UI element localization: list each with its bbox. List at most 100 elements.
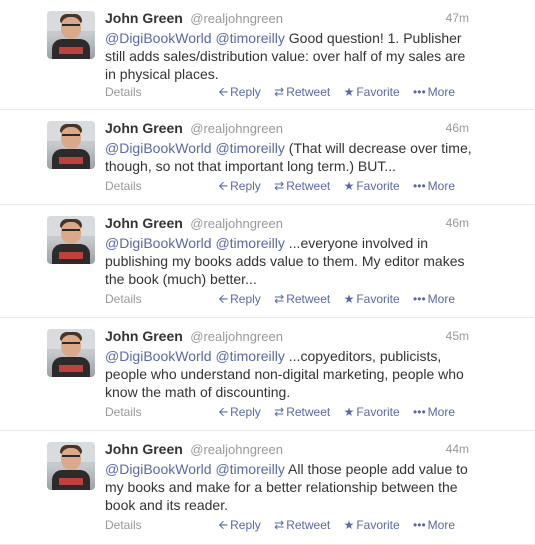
star-icon: ★ xyxy=(343,292,355,306)
mention-link[interactable]: @timoreilly xyxy=(215,461,284,477)
mention-link[interactable]: @DigiBookWorld xyxy=(105,30,212,46)
favorite-label: Favorite xyxy=(356,518,400,532)
details-link[interactable]: Details xyxy=(105,291,142,307)
mention-link[interactable]: @DigiBookWorld xyxy=(105,140,212,156)
more-button[interactable]: ••• More xyxy=(413,84,455,100)
reply-button[interactable]: 🡨 Reply xyxy=(218,291,260,307)
mention-link[interactable]: @timoreilly xyxy=(215,348,284,364)
favorite-button[interactable]: ★ Favorite xyxy=(344,178,400,194)
details-link[interactable]: Details xyxy=(105,84,142,100)
avatar[interactable] xyxy=(47,216,95,264)
favorite-button[interactable]: ★ Favorite xyxy=(344,517,400,533)
more-label: More xyxy=(427,405,455,419)
star-icon: ★ xyxy=(343,518,355,532)
star-icon: ★ xyxy=(343,179,355,193)
star-icon: ★ xyxy=(343,405,355,419)
retweet-button[interactable]: ⇄ Retweet xyxy=(274,84,330,100)
more-button[interactable]: ••• More xyxy=(413,517,455,533)
star-icon: ★ xyxy=(343,85,355,99)
avatar[interactable] xyxy=(47,121,95,169)
retweet-button[interactable]: ⇄ Retweet xyxy=(274,404,330,420)
tweet[interactable]: John Green @realjohngreen 46m @DigiBookW… xyxy=(0,205,535,318)
reply-arrow-icon: 🡨 xyxy=(218,292,229,306)
avatar[interactable] xyxy=(47,442,95,490)
tweet-timestamp[interactable]: 47m xyxy=(446,10,469,27)
tweet-actions: 🡨 Reply ⇄ Retweet ★ Favorite ••• More xyxy=(208,404,455,420)
tweet-text: @DigiBookWorld @timoreilly All those peo… xyxy=(105,460,477,514)
dots-icon: ••• xyxy=(413,518,426,532)
reply-button[interactable]: 🡨 Reply xyxy=(218,517,260,533)
mention-link[interactable]: @DigiBookWorld xyxy=(105,348,212,364)
tweet-text: @DigiBookWorld @timoreilly (That will de… xyxy=(105,139,477,175)
mention-link[interactable]: @timoreilly xyxy=(215,235,284,251)
retweet-button[interactable]: ⇄ Retweet xyxy=(274,178,330,194)
tweet-timestamp[interactable]: 45m xyxy=(446,328,469,345)
dots-icon: ••• xyxy=(413,179,426,193)
tweet-timestamp[interactable]: 46m xyxy=(446,120,469,137)
details-link[interactable]: Details xyxy=(105,178,142,194)
favorite-button[interactable]: ★ Favorite xyxy=(344,84,400,100)
user-fullname[interactable]: John Green xyxy=(105,328,183,344)
reply-label: Reply xyxy=(230,292,261,306)
tweet-footer: Details 🡨 Reply ⇄ Retweet ★ Favorite ••• Mor… xyxy=(105,178,455,194)
mention-link[interactable]: @timoreilly xyxy=(215,30,284,46)
favorite-button[interactable]: ★ Favorite xyxy=(344,404,400,420)
retweet-icon: ⇄ xyxy=(274,405,285,419)
reply-arrow-icon: 🡨 xyxy=(218,405,229,419)
dots-icon: ••• xyxy=(413,85,426,99)
more-button[interactable]: ••• More xyxy=(413,291,455,307)
user-handle[interactable]: @realjohngreen xyxy=(190,121,283,136)
retweet-button[interactable]: ⇄ Retweet xyxy=(274,291,330,307)
reply-button[interactable]: 🡨 Reply xyxy=(218,178,260,194)
mention-link[interactable]: @timoreilly xyxy=(215,140,284,156)
avatar[interactable] xyxy=(47,11,95,59)
tweet[interactable]: John Green @realjohngreen 45m @DigiBookW… xyxy=(0,318,535,431)
more-label: More xyxy=(427,179,455,193)
tweet-timestamp[interactable]: 44m xyxy=(446,441,469,458)
user-fullname[interactable]: John Green xyxy=(105,441,183,457)
reply-button[interactable]: 🡨 Reply xyxy=(218,84,260,100)
reply-button[interactable]: 🡨 Reply xyxy=(218,404,260,420)
retweet-label: Retweet xyxy=(286,518,331,532)
favorite-label: Favorite xyxy=(356,85,400,99)
mention-link[interactable]: @DigiBookWorld xyxy=(105,235,212,251)
reply-label: Reply xyxy=(230,179,261,193)
tweet-text: @DigiBookWorld @timoreilly Good question… xyxy=(105,29,477,83)
tweet[interactable]: John Green @realjohngreen 47m @DigiBookW… xyxy=(0,0,535,110)
avatar[interactable] xyxy=(47,329,95,377)
tweet-actions: 🡨 Reply ⇄ Retweet ★ Favorite ••• More xyxy=(208,178,455,194)
tweet-timeline: John Green @realjohngreen 47m @DigiBookW… xyxy=(0,0,535,545)
tweet-timestamp[interactable]: 46m xyxy=(446,215,469,232)
details-link[interactable]: Details xyxy=(105,517,142,533)
favorite-button[interactable]: ★ Favorite xyxy=(344,291,400,307)
user-handle[interactable]: @realjohngreen xyxy=(190,216,283,231)
retweet-icon: ⇄ xyxy=(274,518,285,532)
more-label: More xyxy=(427,85,455,99)
mention-link[interactable]: @DigiBookWorld xyxy=(105,461,212,477)
tweet-footer: Details 🡨 Reply ⇄ Retweet ★ Favorite ••• Mor… xyxy=(105,84,455,100)
tweet-footer: Details 🡨 Reply ⇄ Retweet ★ Favorite ••• Mor… xyxy=(105,517,455,533)
details-link[interactable]: Details xyxy=(105,404,142,420)
retweet-button[interactable]: ⇄ Retweet xyxy=(274,517,330,533)
user-handle[interactable]: @realjohngreen xyxy=(190,329,283,344)
tweet[interactable]: John Green @realjohngreen 46m @DigiBookW… xyxy=(0,110,535,205)
user-fullname[interactable]: John Green xyxy=(105,215,183,231)
favorite-label: Favorite xyxy=(356,292,400,306)
more-label: More xyxy=(427,518,455,532)
more-button[interactable]: ••• More xyxy=(413,178,455,194)
reply-label: Reply xyxy=(230,405,261,419)
more-label: More xyxy=(427,292,455,306)
tweet-footer: Details 🡨 Reply ⇄ Retweet ★ Favorite ••• Mor… xyxy=(105,404,455,420)
tweet[interactable]: John Green @realjohngreen 44m @DigiBookW… xyxy=(0,431,535,545)
user-handle[interactable]: @realjohngreen xyxy=(190,442,283,457)
retweet-label: Retweet xyxy=(286,292,331,306)
user-handle[interactable]: @realjohngreen xyxy=(190,11,283,26)
more-button[interactable]: ••• More xyxy=(413,404,455,420)
retweet-icon: ⇄ xyxy=(274,179,285,193)
user-fullname[interactable]: John Green xyxy=(105,10,183,26)
reply-arrow-icon: 🡨 xyxy=(218,179,229,193)
tweet-footer: Details 🡨 Reply ⇄ Retweet ★ Favorite ••• Mor… xyxy=(105,291,455,307)
user-fullname[interactable]: John Green xyxy=(105,120,183,136)
favorite-label: Favorite xyxy=(356,405,400,419)
dots-icon: ••• xyxy=(413,405,426,419)
